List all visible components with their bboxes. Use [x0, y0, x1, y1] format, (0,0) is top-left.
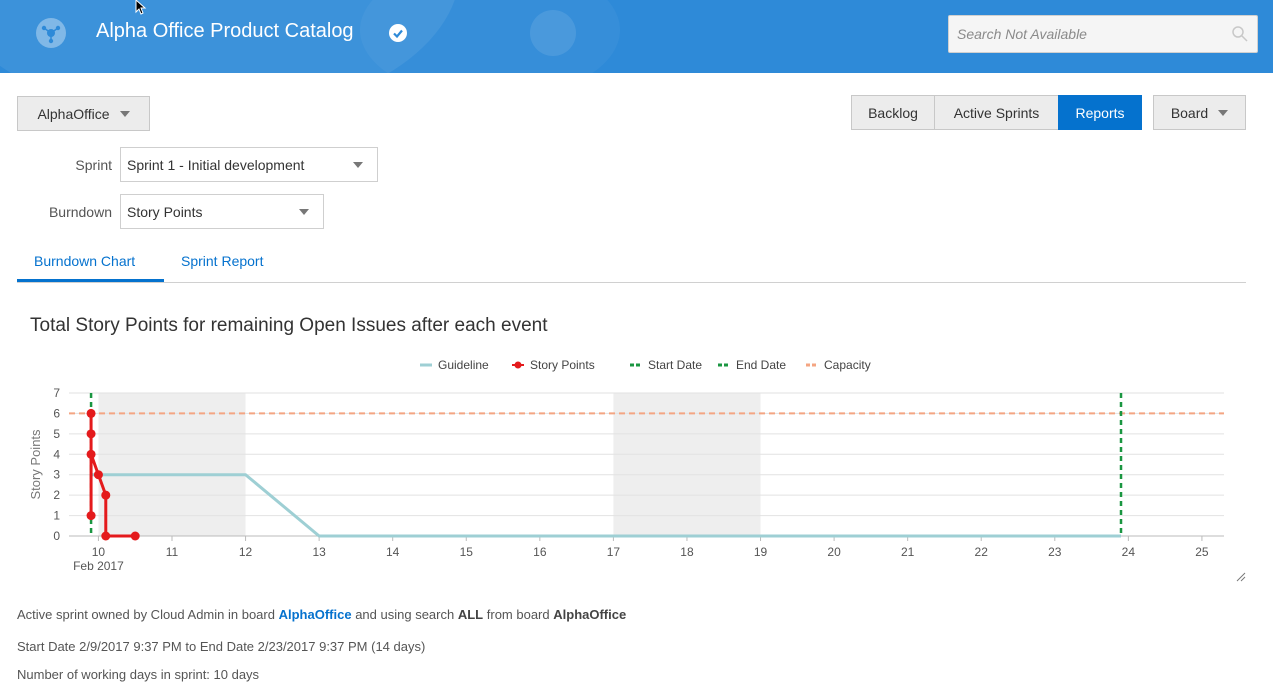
chevron-down-icon: [353, 162, 363, 168]
y-tick-label: 2: [53, 488, 60, 502]
header-decoration: [530, 10, 576, 56]
board-menu-label: Board: [1170, 104, 1209, 121]
y-axis-label: Story Points: [28, 429, 43, 500]
tabs-divider: [17, 282, 1246, 283]
burndown-label: Burndown: [48, 204, 112, 220]
x-tick-label: 15: [460, 545, 474, 559]
weekend-band: [98, 393, 246, 536]
tab-sprint-report[interactable]: Sprint Report: [181, 253, 263, 269]
weekend-band: [613, 393, 761, 536]
y-tick-label: 4: [53, 447, 60, 461]
story-points-marker: [86, 449, 96, 459]
x-tick-label: 16: [533, 545, 547, 559]
burndown-select-value: Story Points: [127, 203, 203, 220]
app-logo-icon[interactable]: [36, 18, 66, 48]
sprint-owner-info: Active sprint owned by Cloud Admin in bo…: [17, 607, 626, 622]
active-sprints-label: Active Sprints: [953, 104, 1040, 121]
story-points-marker: [101, 531, 111, 541]
story-points-marker: [130, 531, 140, 541]
active-sprints-button[interactable]: Active Sprints: [934, 95, 1059, 130]
y-tick-label: 6: [53, 406, 60, 420]
legend-swatch-marker: [514, 361, 522, 369]
mouse-cursor-icon: [135, 0, 147, 15]
search-icon[interactable]: [1231, 25, 1249, 43]
story-points-marker: [101, 490, 111, 500]
reports-label: Reports: [1075, 104, 1125, 121]
legend-label: Story Points: [530, 358, 595, 372]
search-name: ALL: [457, 607, 484, 622]
x-tick-label: 14: [386, 545, 400, 559]
legend-label: Guideline: [438, 358, 489, 372]
tab-burndown-chart[interactable]: Burndown Chart: [34, 253, 135, 269]
app-title[interactable]: Alpha Office Product Catalog: [96, 20, 354, 43]
x-tick-label: 10: [92, 545, 106, 559]
x-tick-label: 23: [1048, 545, 1062, 559]
chevron-down-icon: [1218, 109, 1229, 116]
story-points-marker: [86, 511, 96, 521]
search-box[interactable]: [948, 15, 1258, 53]
sprint-label: Sprint: [75, 157, 112, 173]
x-tick-label: 20: [827, 545, 841, 559]
board-selector-label: AlphaOffice: [37, 105, 110, 122]
x-tick-label: 21: [901, 545, 915, 559]
x-tick-label: 11: [166, 545, 179, 559]
burndown-select[interactable]: Story Points: [120, 194, 324, 229]
sprint-select[interactable]: Sprint 1 - Initial development: [120, 147, 378, 182]
app-header: Alpha Office Product Catalog: [0, 0, 1273, 73]
y-tick-label: 7: [53, 386, 60, 400]
x-tick-label: 19: [754, 545, 768, 559]
reports-button[interactable]: Reports: [1058, 95, 1142, 130]
chevron-down-icon: [299, 209, 309, 215]
legend-label: End Date: [736, 358, 786, 372]
y-tick-label: 0: [53, 529, 60, 543]
chevron-down-icon: [119, 110, 130, 117]
info-text: Active sprint owned by Cloud Admin in bo…: [17, 607, 275, 622]
burndown-chart: 0123456710 11 12 13 14 15 16 17 18 19 20 21 22 23 24 25…: [28, 358, 1224, 573]
x-tick-label: 18: [680, 545, 694, 559]
board-selector-button[interactable]: AlphaOffice: [17, 96, 150, 131]
x-tick-label: 25: [1195, 545, 1209, 559]
x-tick-label: 22: [975, 545, 989, 559]
board-name: AlphaOffice: [553, 607, 627, 622]
x-date-label: Feb 2017: [73, 559, 124, 573]
working-days-info: Number of working days in sprint: 10 day…: [17, 667, 260, 682]
chart-title: Total Story Points for remaining Open Is…: [30, 315, 548, 336]
board-menu-button[interactable]: Board: [1153, 95, 1246, 130]
sprint-select-value: Sprint 1 - Initial development: [127, 156, 305, 173]
active-tab-indicator: [17, 279, 164, 282]
backlog-button[interactable]: Backlog: [851, 95, 935, 130]
x-tick-label: 17: [607, 545, 621, 559]
check-circle-icon[interactable]: [389, 24, 407, 42]
resize-handle-icon[interactable]: [1236, 572, 1246, 582]
legend-label: Start Date: [648, 358, 702, 372]
x-tick-label: 12: [239, 545, 253, 559]
legend-label: Capacity: [824, 358, 871, 372]
backlog-label: Backlog: [868, 104, 918, 121]
x-tick-label: 24: [1122, 545, 1136, 559]
board-link[interactable]: AlphaOffice: [279, 607, 352, 622]
search-input[interactable]: [949, 16, 1229, 52]
info-text: and using search: [355, 607, 455, 622]
sprint-dates-info: Start Date 2/9/2017 9:37 PM to End Date …: [17, 639, 426, 654]
y-tick-label: 1: [53, 509, 60, 523]
x-tick-label: 13: [312, 545, 326, 559]
story-points-marker: [86, 429, 96, 439]
story-points-marker: [93, 470, 103, 480]
y-tick-label: 5: [53, 427, 60, 441]
y-tick-label: 3: [53, 468, 60, 482]
info-text: from board: [486, 607, 550, 622]
story-points-marker: [86, 408, 96, 418]
